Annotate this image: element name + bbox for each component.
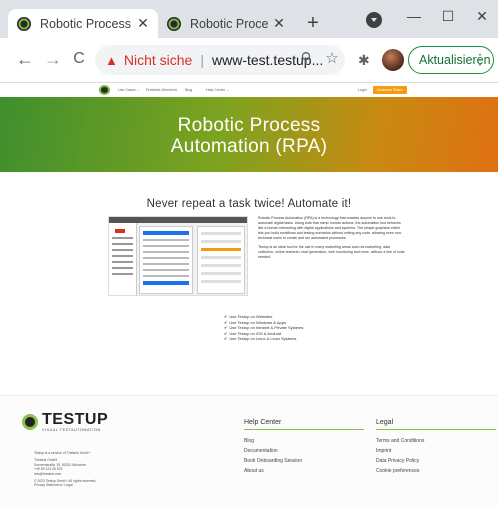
brand-tagline: VISUAL TESTAUTOMATION [42,428,101,432]
footer-legal: Legal Terms and Conditions Imprint Data … [376,419,496,476]
footer-link-terms[interactable]: Terms and Conditions [376,436,496,446]
close-tab-icon[interactable]: ✕ [136,15,150,32]
nav-item-use-cases[interactable]: Use Cases ⌄ [118,88,140,92]
screenshot-sidebar [109,223,137,295]
zoom-icon[interactable]: ⚲ [296,48,316,70]
warning-icon[interactable]: ▲ [105,53,118,68]
help-center-title: Help Center [244,419,364,430]
rpa-description: Robotic Process Automation (RPA) is a te… [258,216,406,264]
update-button[interactable]: Aktualisieren ⋮ [408,46,494,74]
checkmark-icon: ✔ [224,325,228,331]
footer-contact: Testup is a service of Thetaris GmbH The… [34,451,96,491]
footer-link-blog[interactable]: Blog [244,436,364,446]
nav-login-link[interactable]: Login [358,88,367,92]
product-screenshot [108,216,248,296]
browser-toolbar: ← → C ▲ Nicht siche | www-test.testup...… [0,38,498,83]
profile-avatar[interactable] [382,49,404,71]
hero-banner: Robotic Process Automation (RPA) [0,97,498,172]
hero-title: Robotic Process Automation (RPA) [0,115,498,157]
testup-favicon-icon [17,16,31,31]
testup-favicon-icon [167,16,181,31]
tab-strip: Robotic Process Au ✕ Robotic Process Au … [0,0,498,38]
contact-line[interactable]: Privacy Statement / Legal [34,483,96,487]
tab-inactive[interactable]: Robotic Process Au ✕ [158,9,294,38]
nav-item-help-center[interactable]: Help Center ⌄ [206,88,229,92]
menu-kebab-icon[interactable]: ⋮ [473,51,487,68]
page-viewport: Use Cases ⌄ Preisliste Übersicht Blog He… [0,83,498,506]
tab-search-icon[interactable] [366,12,382,28]
footer-link-about[interactable]: About us [244,466,364,476]
extensions-puzzle-icon[interactable]: ✱ [358,52,370,69]
forward-button[interactable]: → [42,48,64,70]
omnibox-separator: | [200,52,204,68]
tab-active[interactable]: Robotic Process Au ✕ [8,9,158,38]
nav-item-blog[interactable]: Blog [185,88,192,92]
site-navbar: Use Cases ⌄ Preisliste Übersicht Blog He… [0,83,498,97]
checkmark-icon: ✔ [224,319,228,325]
hero-title-line2: Automation (RPA) [170,136,328,157]
description-paragraph: Robotic Process Automation (RPA) is a te… [258,216,403,240]
footer-link-onboarding[interactable]: Book Onboarding Session [244,456,364,466]
tab-title: Robotic Process Au [190,16,268,31]
footer-link-documentation[interactable]: Documentation [244,446,364,456]
maximize-button[interactable]: ☐ [436,6,460,26]
checkmark-icon: ✔ [224,336,228,342]
contact-line: Testup is a service of Thetaris GmbH [34,451,90,455]
back-button[interactable]: ← [14,48,36,70]
bookmark-star-icon[interactable]: ☆ [322,48,342,70]
screenshot-editor [139,226,193,294]
feature-list: ✔ Use Testup on Websites ✔ Use Testup on W… [224,314,303,342]
list-item: ✔ Use Testup on Linux & Linux Systems [224,336,297,342]
legal-title: Legal [376,419,496,430]
hero-title-line1: Robotic Process [177,115,321,136]
footer-link-privacy[interactable]: Data Privacy Policy [376,456,496,466]
reload-button[interactable]: C [68,48,90,70]
minimize-button[interactable]: — [402,6,426,26]
checkmark-icon: ✔ [224,330,228,336]
tab-title: Robotic Process Au [40,16,132,31]
section-heading: Never repeat a task twice! Automate it! [146,198,352,210]
brand-name: TESTUP [42,411,109,428]
footer-link-cookies[interactable]: Cookie preferences [376,466,496,476]
new-tab-button[interactable]: + [302,12,324,34]
contact-line[interactable]: info@thetaris.com [34,472,96,476]
testup-logo-icon [22,414,38,430]
close-window-button[interactable]: ✕ [470,6,494,26]
footer-link-imprint[interactable]: Imprint [376,446,496,456]
close-tab-icon[interactable]: ✕ [272,15,286,32]
browser-chrome: Robotic Process Au ✕ Robotic Process Au … [0,0,498,83]
footer-help-center: Help Center Blog Documentation Book Onbo… [244,419,364,476]
security-status[interactable]: Nicht siche [124,52,192,68]
description-paragraph: Testup is an ideal tool for the use in m… [258,245,405,259]
free-trial-button[interactable]: Kostenlos Testen [373,86,407,94]
nav-item-pricing[interactable]: Preisliste Übersicht [146,88,177,92]
site-logo-icon[interactable] [99,85,110,95]
site-footer: TESTUP VISUAL TESTAUTOMATION Testup is a… [0,395,498,506]
screenshot-panel [197,226,245,294]
checkmark-icon: ✔ [224,314,228,319]
